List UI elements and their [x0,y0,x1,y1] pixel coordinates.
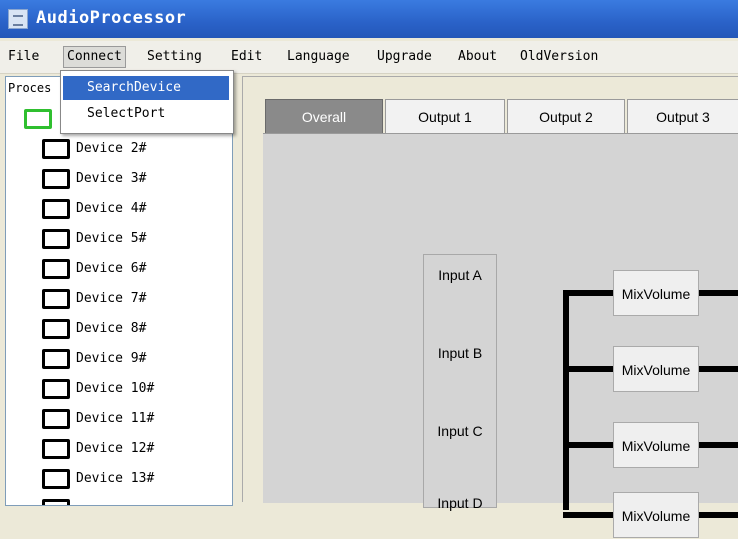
bus-connector [563,366,615,372]
device-label: Device 10# [76,381,155,396]
output-connector [699,442,738,448]
mixvolume-button-d[interactable]: MixVolume [613,492,699,538]
menu-option-selectport[interactable]: SelectPort [63,102,229,126]
monitor-icon [42,499,70,505]
device-label: Device 6# [76,261,147,276]
device-item[interactable]: Device 5# [36,227,226,257]
overall-content: Input A Input B Input C Input D MixVolum… [263,133,738,538]
device-item[interactable]: Device 6# [36,257,226,287]
monitor-icon [42,379,70,399]
device-label: Device 13# [76,471,155,486]
device-item[interactable]: Device 2# [36,137,226,167]
mixvolume-button-a[interactable]: MixVolume [613,270,699,316]
device-item[interactable]: Device 7# [36,287,226,317]
device-list-panel: Proces Device 2# Device 3# Device 4# Dev… [5,76,233,506]
menu-file[interactable]: File [5,47,42,67]
bus-connector [563,512,615,518]
tab-output-2[interactable]: Output 2 [507,99,625,133]
bus-connector [563,290,615,296]
monitor-icon [24,109,52,129]
device-item[interactable]: Device 8# [36,317,226,347]
menu-edit[interactable]: Edit [228,47,265,67]
monitor-icon [42,139,70,159]
input-b-label: Input B [437,345,483,361]
device-item[interactable]: Device 3# [36,167,226,197]
mix-bus-line [563,290,569,510]
mixvolume-button-c[interactable]: MixVolume [613,422,699,468]
tab-control: Overall Output 1 Output 2 Output 3 Input… [263,97,738,538]
menu-about[interactable]: About [455,47,500,67]
monitor-icon [42,169,70,189]
monitor-icon [42,319,70,339]
menu-language[interactable]: Language [284,47,353,67]
mixvolume-button-b[interactable]: MixVolume [613,346,699,392]
device-item[interactable]: Device 9# [36,347,226,377]
monitor-icon [42,199,70,219]
device-label: Device 7# [76,291,147,306]
device-item[interactable]: Device 10# [36,377,226,407]
device-item[interactable]: Device 4# [36,197,226,227]
device-label: Device 12# [76,441,155,456]
monitor-icon [42,439,70,459]
main-pane: Overall Output 1 Output 2 Output 3 Input… [242,76,738,538]
input-d-label: Input D [437,495,483,511]
monitor-icon [42,409,70,429]
output-connector [699,366,738,372]
device-label: Device 2# [76,141,147,156]
tab-output-1[interactable]: Output 1 [385,99,505,133]
bus-connector [563,442,615,448]
device-label: Device 3# [76,171,147,186]
window-title: AudioProcessor [36,8,187,28]
input-c-label: Input C [437,423,483,439]
menu-setting[interactable]: Setting [144,47,205,67]
tab-output-3[interactable]: Output 3 [627,99,738,133]
monitor-icon [42,229,70,249]
device-item[interactable]: Device 13# [36,467,226,497]
monitor-icon [42,259,70,279]
device-label: Device 9# [76,351,147,366]
app-icon [8,9,28,29]
device-item[interactable]: Device 11# [36,407,226,437]
device-label: Device 5# [76,231,147,246]
panel-header: Proces [8,81,52,95]
tab-overall[interactable]: Overall [265,99,383,133]
monitor-icon [42,469,70,489]
menu-upgrade[interactable]: Upgrade [374,47,435,67]
menu-connect[interactable]: Connect [63,46,126,68]
output-connector [699,512,738,518]
device-label: Device 4# [76,201,147,216]
device-item[interactable]: Device 12# [36,437,226,467]
title-bar: AudioProcessor [0,0,738,38]
connect-dropdown-menu: SearchDevice SelectPort [60,70,234,134]
output-connector [699,290,738,296]
device-item[interactable] [36,497,226,505]
device-label: Device 8# [76,321,147,336]
device-label: Device 11# [76,411,155,426]
menu-oldversion[interactable]: OldVersion [517,47,601,67]
menu-option-searchdevice[interactable]: SearchDevice [63,76,229,100]
monitor-icon [42,349,70,369]
monitor-icon [42,289,70,309]
input-a-label: Input A [438,267,482,283]
inputs-box: Input A Input B Input C Input D [423,254,497,511]
